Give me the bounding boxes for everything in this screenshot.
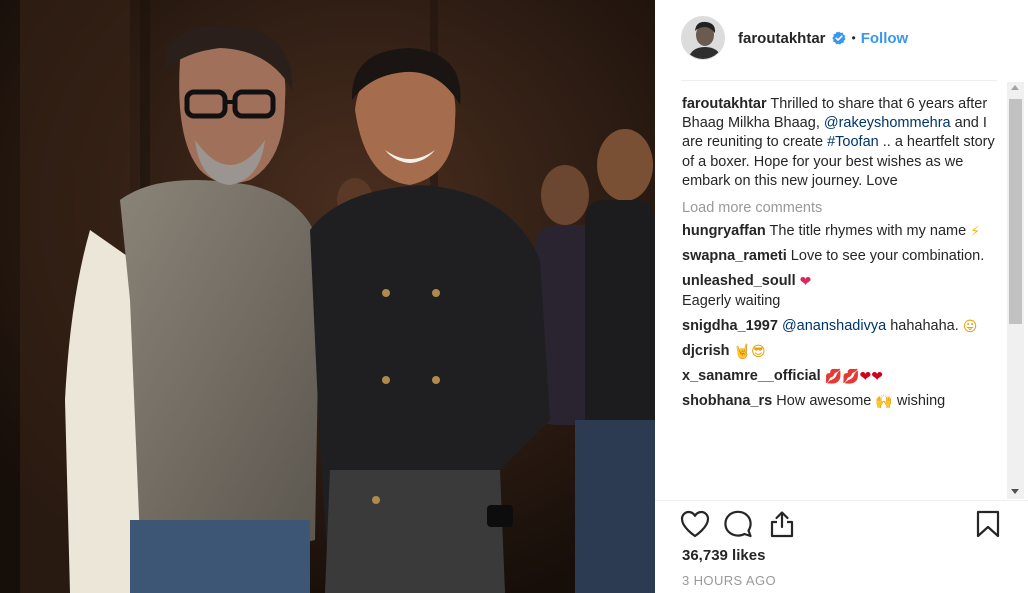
comment-text-after: Eagerly waiting xyxy=(682,292,781,309)
rock-sunglasses-emoji-icon: 🤘😎 xyxy=(733,344,766,361)
comment-username[interactable]: swapna_rameti xyxy=(682,248,787,264)
post-side-panel: faroutakhtar • Follow faroutakhtar Thril… xyxy=(655,0,1028,593)
comment-username[interactable]: snigdha_1997 xyxy=(682,318,778,334)
follow-button[interactable]: Follow xyxy=(861,30,909,47)
heart-emoji-icon: ❤ xyxy=(799,274,812,291)
comment-item: swapna_rameti Love to see your combinati… xyxy=(682,247,1002,266)
comment-username[interactable]: shobhana_rs xyxy=(682,393,772,409)
comment-username[interactable]: hungryaffan xyxy=(682,223,766,239)
share-icon[interactable] xyxy=(767,510,797,543)
comment-text: How awesome xyxy=(772,393,876,410)
tongue-face-emoji-icon: 😛 xyxy=(962,318,978,335)
caption-hashtag[interactable]: #Toofan xyxy=(827,134,879,150)
comment-username[interactable]: djcrish xyxy=(682,343,730,359)
bookmark-icon[interactable] xyxy=(975,510,1001,543)
comment-username[interactable]: x_sanamre__official xyxy=(682,368,821,384)
comment-item: djcrish 🤘😎 xyxy=(682,342,1002,361)
avatar[interactable] xyxy=(681,16,725,60)
heart-icon[interactable] xyxy=(680,510,710,543)
avatar-photo xyxy=(682,17,724,59)
scroll-up-arrow-icon[interactable] xyxy=(1011,85,1019,90)
comment-item: shobhana_rs How awesome 🙌 wishing xyxy=(682,392,1002,411)
likes-count[interactable]: 36,739 likes xyxy=(682,547,765,564)
comment-username[interactable]: unleashed_soull xyxy=(682,273,796,289)
caption-mention[interactable]: @rakeyshommehra xyxy=(824,115,951,131)
caption: faroutakhtar Thrilled to share that 6 ye… xyxy=(682,95,1002,191)
comment-item: unleashed_soull ❤ Eagerly waiting xyxy=(682,272,1002,310)
comment-text-after: wishing xyxy=(892,393,946,410)
load-more-comments-button[interactable]: Load more comments xyxy=(682,200,1002,216)
comment-mention[interactable]: @ananshadivya xyxy=(782,318,886,334)
scroll-down-arrow-icon[interactable] xyxy=(1011,489,1019,494)
post-actions xyxy=(679,510,1004,542)
comment-text: Love to see your combination. xyxy=(786,248,985,265)
comment-item: x_sanamre__official 💋💋❤❤ xyxy=(682,367,1002,386)
photo-illustration xyxy=(0,0,655,593)
post-timestamp[interactable]: 3 HOURS AGO xyxy=(682,573,776,588)
comment-text-after: hahahaha. xyxy=(886,317,963,334)
raised-hands-emoji-icon: 🙌 xyxy=(875,394,893,411)
comments-scrollbar[interactable] xyxy=(1007,82,1024,499)
comment-item: hungryaffan The title rhymes with my nam… xyxy=(682,222,1002,241)
kiss-heart-emoji-icon: 💋💋❤❤ xyxy=(824,369,883,386)
actions-divider xyxy=(655,500,1028,501)
comment-item: snigdha_1997 @ananshadivya hahahaha. 😛 xyxy=(682,317,1002,336)
separator-dot: • xyxy=(851,31,856,45)
comments-list: faroutakhtar Thrilled to share that 6 ye… xyxy=(682,95,1002,500)
caption-username[interactable]: faroutakhtar xyxy=(682,96,767,112)
speech-bubble-icon[interactable] xyxy=(723,510,753,543)
scrollbar-thumb[interactable] xyxy=(1009,99,1022,324)
post-photo[interactable] xyxy=(0,0,655,593)
header-username[interactable]: faroutakhtar xyxy=(738,30,826,47)
lightning-emoji-icon: ⚡ xyxy=(970,224,981,241)
post-header: faroutakhtar • Follow xyxy=(681,15,908,61)
verified-badge-icon xyxy=(831,31,846,45)
comment-text: The title rhymes with my name xyxy=(765,223,971,240)
header-divider xyxy=(681,80,997,81)
